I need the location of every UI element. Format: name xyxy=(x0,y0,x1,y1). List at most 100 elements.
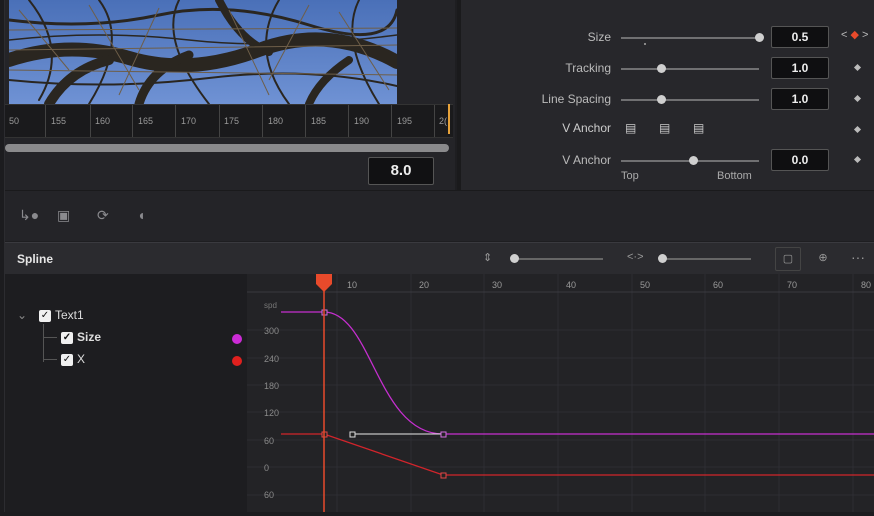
spline-tree: ⌄ ✓ Text1 ✓ Size ✓ X xyxy=(5,274,247,512)
size-row: Size 0.5 < ◆ > xyxy=(461,26,874,50)
value-label: 120 xyxy=(264,408,280,418)
tree-item-label: Size xyxy=(77,330,102,344)
tree-item-label: X xyxy=(77,352,86,366)
ruler-line xyxy=(175,105,176,137)
time-label: 60 xyxy=(713,280,724,290)
viewer-playhead[interactable] xyxy=(448,104,450,134)
v-anchor-slider-knob[interactable] xyxy=(689,156,698,165)
line-spacing-slider[interactable] xyxy=(621,99,759,101)
value-label: 240 xyxy=(264,354,280,364)
viewer-panel: 50 155 160 165 170 175 180 185 190 195 2… xyxy=(5,0,455,190)
anchor-top-icon[interactable]: ▤ xyxy=(625,121,636,135)
spline-header: Spline ⇕ <·> ▢ ⊕ ··· xyxy=(5,242,874,275)
line-spacing-value[interactable]: 1.0 xyxy=(771,88,829,110)
tree-connector xyxy=(43,359,57,360)
time-label: 50 xyxy=(640,280,651,290)
ruler-tick: 155 xyxy=(51,116,67,126)
value-label: 60 xyxy=(264,490,275,500)
tree-item-label: Text1 xyxy=(55,308,84,322)
keyframe-ease-icon[interactable]: ↳● xyxy=(19,207,39,224)
keyframe-diamond-icon[interactable]: ◆ xyxy=(851,29,859,41)
tracking-slider-knob[interactable] xyxy=(657,64,666,73)
video-preview xyxy=(9,0,397,104)
ruler-line xyxy=(305,105,306,137)
ruler-tick: 170 xyxy=(181,116,197,126)
time-label: 80 xyxy=(861,280,872,290)
tree-item-text1[interactable]: ✓ Text1 xyxy=(39,308,84,326)
checkbox[interactable]: ✓ xyxy=(39,309,51,322)
value-label: 0 xyxy=(264,463,270,473)
ruler-tick: 160 xyxy=(95,116,111,126)
time-label: 10 xyxy=(347,280,358,290)
time-label: 30 xyxy=(492,280,503,290)
tree-connector xyxy=(43,324,44,362)
vertical-zoom-slider[interactable] xyxy=(511,258,603,260)
line-spacing-slider-knob[interactable] xyxy=(657,95,666,104)
spline-graph[interactable]: 10 20 30 40 50 60 70 80 spd 300 240 180 … xyxy=(247,274,874,512)
tracking-value[interactable]: 1.0 xyxy=(771,57,829,79)
v-anchor-slider-label: V Anchor xyxy=(562,153,611,167)
spin-icon[interactable]: ⟳ xyxy=(97,207,109,224)
anchor-middle-icon[interactable]: ▤ xyxy=(659,121,670,135)
timeline-scrollbar[interactable] xyxy=(5,144,449,152)
value-label: 180 xyxy=(264,381,280,391)
line-spacing-row: Line Spacing 1.0 xyxy=(461,88,874,112)
ruler-line xyxy=(45,105,46,137)
time-label: 40 xyxy=(566,280,577,290)
more-options-icon[interactable]: ··· xyxy=(851,249,865,265)
checkbox[interactable]: ✓ xyxy=(61,353,73,366)
value-label: spd xyxy=(264,301,277,310)
tree-item-size[interactable]: ✓ Size xyxy=(61,330,101,348)
keyframe-diamond-icon[interactable] xyxy=(853,125,862,134)
ruler-line xyxy=(132,105,133,137)
cube-icon[interactable]: ▣ xyxy=(57,207,70,224)
keyframe-diamond-icon[interactable] xyxy=(853,94,862,103)
fusion-page: 50 155 160 165 170 175 180 185 190 195 2… xyxy=(4,0,874,512)
prev-keyframe-icon[interactable]: < xyxy=(841,29,847,41)
ruler-tick: 175 xyxy=(224,116,240,126)
anchor-top-label: Top xyxy=(621,170,639,182)
checkbox[interactable]: ✓ xyxy=(61,331,73,344)
time-label: 20 xyxy=(419,280,430,290)
size-value[interactable]: 0.5 xyxy=(771,26,829,48)
keyframe-diamond-icon[interactable] xyxy=(853,155,862,164)
time-label: 70 xyxy=(787,280,798,290)
ruler-line xyxy=(391,105,392,137)
ruler-line xyxy=(219,105,220,137)
fit-view-button[interactable]: ▢ xyxy=(775,247,801,271)
spline-title: Spline xyxy=(17,252,54,266)
size-color-dot xyxy=(232,334,242,344)
x-color-dot xyxy=(232,356,242,366)
horizontal-zoom-icon: <·> xyxy=(627,251,644,263)
default-marker xyxy=(644,43,646,45)
tree-connector xyxy=(43,337,57,338)
size-slider-knob[interactable] xyxy=(755,33,764,42)
tree-item-x[interactable]: ✓ X xyxy=(61,352,85,370)
tracking-row: Tracking 1.0 xyxy=(461,57,874,81)
tools-toolbar: ↳● ▣ ⟳ ◖ xyxy=(5,190,874,241)
size-slider[interactable] xyxy=(621,37,759,39)
anchor-bottom-icon[interactable]: ▤ xyxy=(693,121,704,135)
ruler-line xyxy=(348,105,349,137)
vertical-zoom-knob[interactable] xyxy=(510,254,519,263)
collapse-chevron-icon[interactable]: ⌄ xyxy=(17,308,27,326)
value-label: 300 xyxy=(264,326,280,336)
zoom-button[interactable]: ⊕ xyxy=(811,247,835,269)
inspector-panel: Size 0.5 < ◆ > Tracking 1.0 Line Spacing… xyxy=(457,0,874,190)
vertical-zoom-icon: ⇕ xyxy=(483,252,493,264)
v-anchor-value[interactable]: 0.0 xyxy=(771,149,829,171)
timeline-ruler[interactable]: 50 155 160 165 170 175 180 185 190 195 2… xyxy=(5,104,453,138)
current-frame-field[interactable]: 8.0 xyxy=(368,157,434,185)
horizontal-zoom-knob[interactable] xyxy=(658,254,667,263)
keyframe-nav[interactable]: < ◆ > xyxy=(841,28,868,41)
ruler-tick: 50 xyxy=(9,116,20,126)
v-anchor-slider-row: V Anchor 0.0 xyxy=(461,149,874,173)
horizontal-zoom-slider[interactable] xyxy=(659,258,751,260)
ruler-tick: 180 xyxy=(268,116,284,126)
keyframe-diamond-icon[interactable] xyxy=(853,63,862,72)
ruler-tick: 190 xyxy=(354,116,370,126)
dome-icon[interactable]: ◖ xyxy=(137,207,145,223)
next-keyframe-icon[interactable]: > xyxy=(862,29,868,41)
tracking-slider[interactable] xyxy=(621,68,759,70)
ruler-line xyxy=(90,105,91,137)
